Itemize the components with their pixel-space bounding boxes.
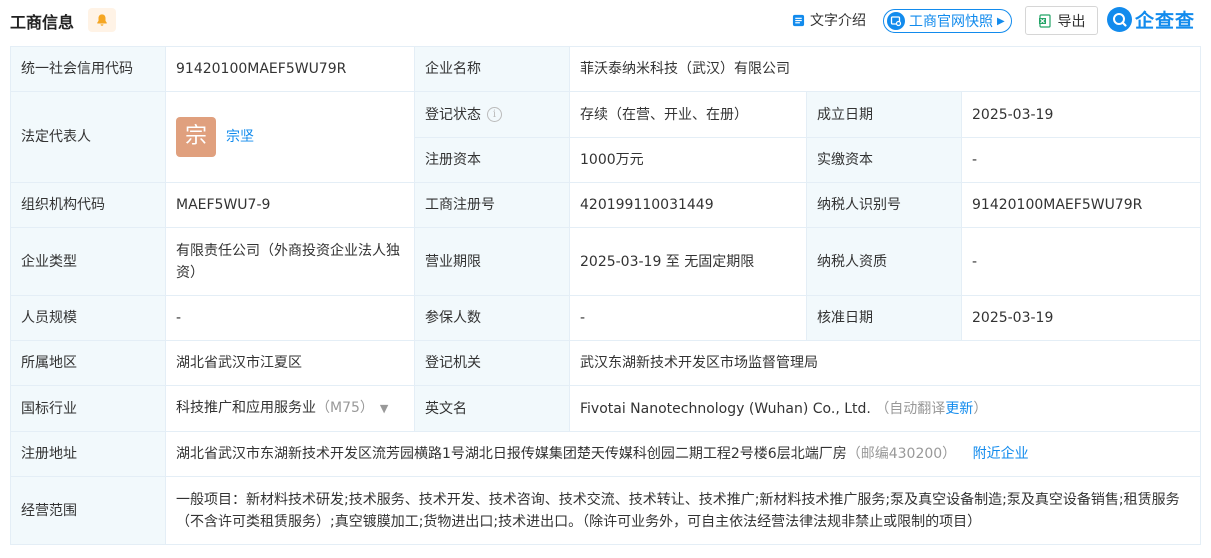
nearby-companies-link[interactable]: 附近企业 [973, 446, 1029, 462]
english-name-label: 英文名 [414, 385, 570, 432]
auto-translate-close: ） [973, 400, 988, 417]
company-name-label: 企业名称 [414, 46, 570, 92]
region-label: 所属地区 [10, 340, 166, 386]
staff-size-label: 人员规模 [10, 295, 166, 341]
official-snapshot-button[interactable]: 工商官网快照 ▶ [883, 9, 1012, 33]
text-intro-button[interactable]: 文字介绍 [792, 8, 866, 32]
play-arrow-icon: ▶ [997, 15, 1005, 27]
biz-term-value: 2025-03-19 至 无固定期限 [569, 227, 807, 296]
qichacha-logo: 企查查 [1107, 6, 1195, 32]
paid-capital-label: 实缴资本 [806, 137, 962, 183]
subscribe-bell-button[interactable] [88, 8, 116, 32]
logo-text: 企查查 [1135, 9, 1196, 32]
insured-value: - [569, 295, 807, 341]
table-row: 企业类型 有限责任公司（外商投资企业法人独资） 营业期限 2025-03-19 … [10, 227, 1201, 296]
table-row: 经营范围 一般项目：新材料技术研发;技术服务、技术开发、技术咨询、技术交流、技术… [10, 476, 1201, 545]
biz-reg-no-label: 工商注册号 [414, 182, 570, 228]
established-value: 2025-03-19 [961, 91, 1201, 138]
reg-capital-value: 1000万元 [569, 137, 807, 183]
insured-label: 参保人数 [414, 295, 570, 341]
reg-capital-label: 注册资本 [414, 137, 570, 183]
industry-label: 国标行业 [10, 385, 166, 432]
company-type-label: 企业类型 [10, 227, 166, 296]
address-label: 注册地址 [10, 431, 166, 477]
chevron-down-icon[interactable]: ▼ [380, 398, 388, 420]
company-name-value: 菲沃泰纳米科技（武汉）有限公司 [569, 46, 1201, 92]
info-icon[interactable]: i [487, 107, 502, 122]
legal-rep-cell: 宗 宗坚 [165, 91, 415, 183]
taxpayer-qual-label: 纳税人资质 [806, 227, 962, 296]
taxpayer-qual-value: - [961, 227, 1201, 296]
scope-value: 一般项目：新材料技术研发;技术服务、技术开发、技术咨询、技术交流、技术转让、技术… [165, 476, 1201, 545]
english-name-value: Fivotai Nanotechnology (Wuhan) Co., Ltd. [580, 400, 871, 417]
org-code-label: 组织机构代码 [10, 182, 166, 228]
table-row: 国标行业 科技推广和应用服务业（M75） ▼ 英文名 Fivotai Nanote… [10, 385, 1201, 432]
table-row: 统一社会信用代码 91420100MAEF5WU79R 企业名称 菲沃泰纳米科技… [10, 46, 1201, 92]
table-row: 法定代表人 宗 宗坚 登记状态 i 存续（在营、开业、在册） 成立日期 2025-… [10, 91, 1201, 183]
biz-reg-no-value: 420199110031449 [569, 182, 807, 228]
taxpayer-id-value: 91420100MAEF5WU79R [961, 182, 1201, 228]
reg-status-label-cell: 登记状态 i [414, 91, 570, 138]
approved-label: 核准日期 [806, 295, 962, 341]
org-code-value: MAEF5WU7-9 [165, 182, 415, 228]
table-row: 组织机构代码 MAEF5WU7-9 工商注册号 420199110031449 … [10, 182, 1201, 228]
english-name-cell: Fivotai Nanotechnology (Wuhan) Co., Ltd.… [569, 385, 1201, 432]
table-row: 所属地区 湖北省武汉市江夏区 登记机关 武汉东湖新技术开发区市场监督管理局 [10, 340, 1201, 386]
biz-term-label: 营业期限 [414, 227, 570, 296]
table-row: 注册地址 湖北省武汉市东湖新技术开发区流芳园横路1号湖北日报传媒集团楚天传媒科创… [10, 431, 1201, 477]
legal-rep-avatar[interactable]: 宗 [176, 117, 216, 157]
address-cell: 湖北省武汉市东湖新技术开发区流芳园横路1号湖北日报传媒集团楚天传媒科创园二期工程… [165, 431, 1201, 477]
document-icon [792, 14, 805, 26]
company-type-value: 有限责任公司（外商投资企业法人独资） [165, 227, 415, 296]
address-value: 湖北省武汉市东湖新技术开发区流芳园横路1号湖北日报传媒集团楚天传媒科创园二期工程… [176, 446, 847, 462]
established-label: 成立日期 [806, 91, 962, 138]
reg-status-value: 存续（在营、开业、在册） [569, 91, 807, 138]
authority-value: 武汉东湖新技术开发区市场监督管理局 [569, 340, 1201, 386]
table-row: 人员规模 - 参保人数 - 核准日期 2025-03-19 [10, 295, 1201, 341]
taxpayer-id-label: 纳税人识别号 [806, 182, 962, 228]
bell-icon [97, 14, 107, 26]
official-snapshot-label: 工商官网快照 [909, 14, 993, 30]
section-header: 工商信息 文字介绍 工商官网快照 ▶ 导出 企查查 [0, 0, 1211, 46]
logo-icon [1107, 6, 1132, 32]
text-intro-label: 文字介绍 [810, 13, 866, 29]
reg-status-label: 登记状态 [425, 106, 481, 123]
postcode-value: （邮编430200） [846, 446, 957, 462]
export-button[interactable]: 导出 [1025, 6, 1098, 35]
authority-label: 登记机关 [414, 340, 570, 386]
auto-translate-note: （自动翻译 [875, 400, 946, 417]
approved-value: 2025-03-19 [961, 295, 1201, 341]
credit-code-label: 统一社会信用代码 [10, 46, 166, 92]
business-info-table: 统一社会信用代码 91420100MAEF5WU79R 企业名称 菲沃泰纳米科技… [10, 46, 1201, 545]
legal-rep-label: 法定代表人 [10, 91, 166, 183]
scope-label: 经营范围 [10, 476, 166, 545]
snapshot-icon [887, 12, 905, 30]
staff-size-value: - [165, 295, 415, 341]
credit-code-value: 91420100MAEF5WU79R [165, 46, 415, 92]
section-title: 工商信息 [10, 13, 75, 32]
update-link[interactable]: 更新 [945, 401, 973, 417]
region-value: 湖北省武汉市江夏区 [165, 340, 415, 386]
industry-code: （M75） [316, 400, 374, 416]
legal-rep-name-link[interactable]: 宗坚 [226, 126, 254, 148]
paid-capital-value: - [961, 137, 1201, 183]
excel-icon [1038, 13, 1051, 28]
industry-cell[interactable]: 科技推广和应用服务业（M75） ▼ [165, 385, 415, 432]
industry-value: 科技推广和应用服务业 [176, 400, 316, 416]
export-label: 导出 [1057, 13, 1086, 30]
